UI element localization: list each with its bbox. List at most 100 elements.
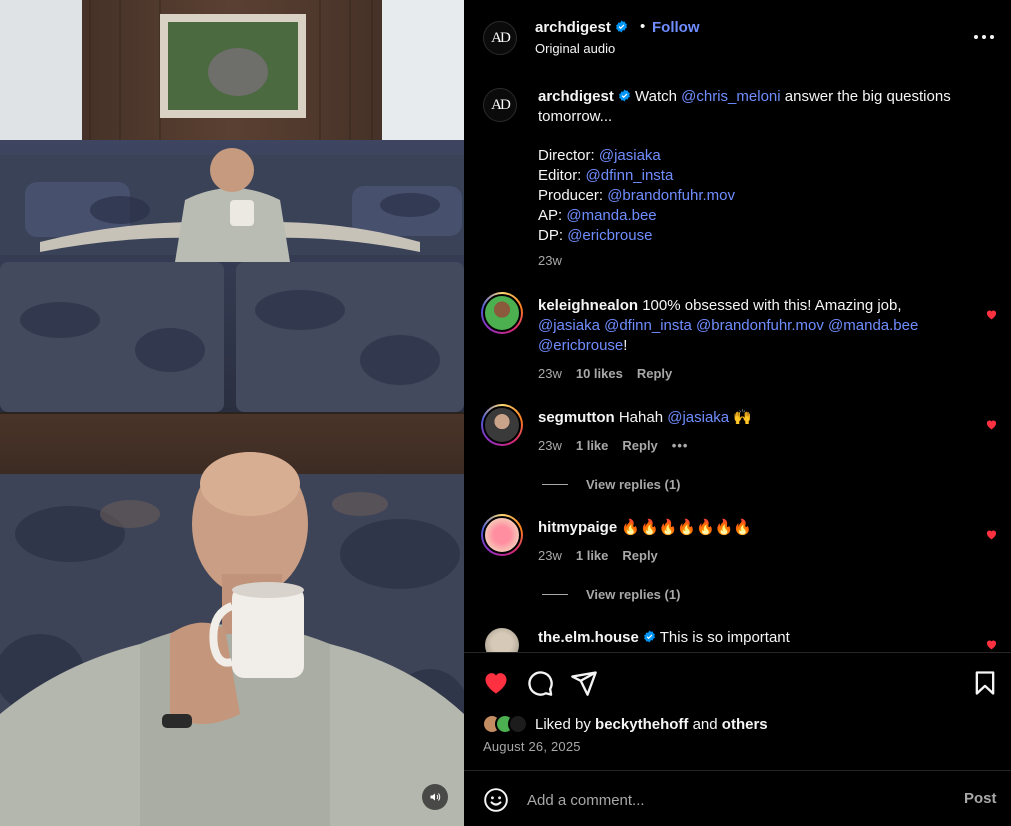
view-replies-button[interactable]: View replies (1) — [542, 477, 680, 492]
mention-link[interactable]: @brandonfuhr.mov — [607, 187, 735, 204]
liked-by-others[interactable]: others — [722, 716, 768, 733]
credit-role: Producer: — [538, 187, 608, 204]
verified-badge-icon — [615, 20, 627, 33]
caption-meta: 23w — [538, 253, 562, 268]
view-replies-label: View replies (1) — [586, 587, 681, 602]
commenter-avatar[interactable] — [481, 292, 523, 334]
liked-by: Liked by beckythehoff and others — [482, 712, 768, 736]
original-audio-link[interactable]: Original audio — [535, 41, 615, 56]
credit-role: Editor: — [538, 167, 586, 184]
comment-input[interactable] — [527, 789, 927, 811]
caption-text: archdigest Watch @chris_meloni answer th… — [538, 87, 978, 246]
caption-username[interactable]: archdigest — [538, 88, 614, 105]
mention-link[interactable]: @ericbrouse — [538, 337, 623, 354]
view-replies-label: View replies (1) — [586, 477, 681, 492]
comment-likes[interactable]: 10 likes — [576, 366, 623, 381]
post-comment-button[interactable]: Post — [964, 790, 997, 807]
author-avatar[interactable]: AD — [483, 21, 517, 55]
mention-link[interactable]: @ericbrouse — [567, 227, 652, 244]
header-separator: • — [640, 18, 646, 35]
verified-badge-icon — [643, 630, 655, 643]
comment-username[interactable]: hitmypaige — [538, 519, 617, 536]
comment-text: the.elm.house This is so important — [538, 628, 958, 648]
mute-button[interactable] — [422, 784, 448, 810]
reply-button[interactable]: Reply — [637, 366, 672, 381]
comment-text: hitmypaige 🔥🔥🔥🔥🔥🔥🔥 — [538, 518, 958, 538]
comment-time: 23w — [538, 438, 562, 453]
avatar-image — [483, 516, 521, 554]
speaker-icon — [430, 793, 441, 801]
comment-like-heart-icon[interactable] — [985, 418, 998, 431]
comment-like-heart-icon[interactable] — [985, 528, 998, 541]
credit-line: AP: @manda.bee — [538, 206, 978, 226]
caption-time: 23w — [538, 253, 562, 268]
mention-link[interactable]: @chris_meloni — [681, 88, 780, 105]
video-frame-sofa — [0, 0, 464, 412]
comment-bar: Post — [464, 770, 1011, 826]
reply-button[interactable]: Reply — [622, 438, 657, 453]
credit-line: DP: @ericbrouse — [538, 226, 978, 246]
replies-divider — [542, 594, 568, 595]
comment-text-part: This is so important — [655, 629, 790, 646]
credit-role: AP: — [538, 207, 567, 224]
caption-text-part: Watch — [635, 88, 682, 105]
comment-bubble-icon[interactable] — [526, 669, 554, 697]
commenter-avatar[interactable] — [481, 404, 523, 446]
reply-button[interactable]: Reply — [622, 548, 657, 563]
comment-text: keleighnealon 100% obsessed with this! A… — [538, 296, 978, 356]
comment-text-part: ! — [623, 337, 628, 354]
author-username[interactable]: archdigest — [535, 19, 628, 36]
comment-options-icon[interactable]: ••• — [672, 438, 689, 453]
mention-link[interactable]: @brandonfuhr.mov — [696, 317, 824, 334]
commenter-avatar[interactable] — [481, 624, 523, 652]
comment-emoji: 🔥🔥🔥🔥🔥🔥🔥 — [617, 519, 753, 536]
liked-by-prefix: Liked by — [535, 715, 596, 733]
post-header: AD archdigest • Follow Original audio — [464, 0, 1011, 76]
video-frame-closeup — [0, 414, 464, 826]
mention-link[interactable]: @manda.bee — [566, 207, 656, 224]
save-bookmark-icon[interactable] — [971, 669, 999, 697]
avatar-image — [483, 294, 521, 332]
mention-link[interactable]: @manda.bee — [828, 317, 918, 334]
avatar-logo-text: AD — [491, 96, 511, 113]
liked-by-middle: and — [688, 715, 722, 733]
reel-video[interactable] — [0, 0, 464, 826]
credit-line: Producer: @brandonfuhr.mov — [538, 186, 978, 206]
commenter-avatar[interactable] — [481, 514, 523, 556]
follow-button[interactable]: Follow — [652, 19, 700, 36]
comment-like-heart-icon[interactable] — [985, 308, 998, 321]
comment-text: segmutton Hahah @jasiaka 🙌 — [538, 408, 958, 428]
liker-avatar[interactable] — [508, 714, 528, 734]
avatar-image — [483, 626, 521, 652]
credit-role: Director: — [538, 147, 599, 164]
mention-link[interactable]: @dfinn_insta — [586, 167, 674, 184]
verified-badge-icon — [618, 89, 630, 102]
emoji-icon[interactable] — [483, 787, 509, 813]
author-username-text: archdigest — [535, 19, 611, 36]
comment-meta: 23w 10 likes Reply — [538, 366, 672, 381]
caption-author-avatar[interactable]: AD — [483, 88, 517, 122]
liked-by-user[interactable]: beckythehoff — [595, 716, 688, 733]
post-date[interactable]: August 26, 2025 — [483, 739, 581, 754]
share-paper-plane-icon[interactable] — [570, 669, 598, 697]
avatar-logo-text: AD — [491, 29, 511, 46]
comment-likes[interactable]: 1 like — [576, 548, 609, 563]
liked-by-text: Liked by beckythehoff and others — [535, 716, 768, 733]
more-options-icon[interactable] — [972, 27, 996, 47]
like-heart-icon[interactable] — [482, 669, 510, 697]
mention-link[interactable]: @jasiaka — [599, 147, 661, 164]
comment-username[interactable]: segmutton — [538, 409, 615, 426]
mention-link[interactable]: @jasiaka — [667, 409, 729, 426]
comment-likes[interactable]: 1 like — [576, 438, 609, 453]
comment-time: 23w — [538, 548, 562, 563]
credit-line: Editor: @dfinn_insta — [538, 166, 978, 186]
comment-meta: 23w 1 like Reply ••• — [538, 438, 688, 453]
mention-link[interactable]: @jasiaka — [538, 317, 600, 334]
comments-list[interactable]: AD archdigest Watch @chris_meloni answer… — [464, 76, 1011, 652]
comment-username[interactable]: the.elm.house — [538, 629, 639, 646]
view-replies-button[interactable]: View replies (1) — [542, 587, 680, 602]
comment-username[interactable]: keleighnealon — [538, 297, 638, 314]
mention-link[interactable]: @dfinn_insta — [604, 317, 692, 334]
post-panel: AD archdigest • Follow Original audio AD… — [464, 0, 1011, 826]
comment-like-heart-icon[interactable] — [985, 638, 998, 651]
